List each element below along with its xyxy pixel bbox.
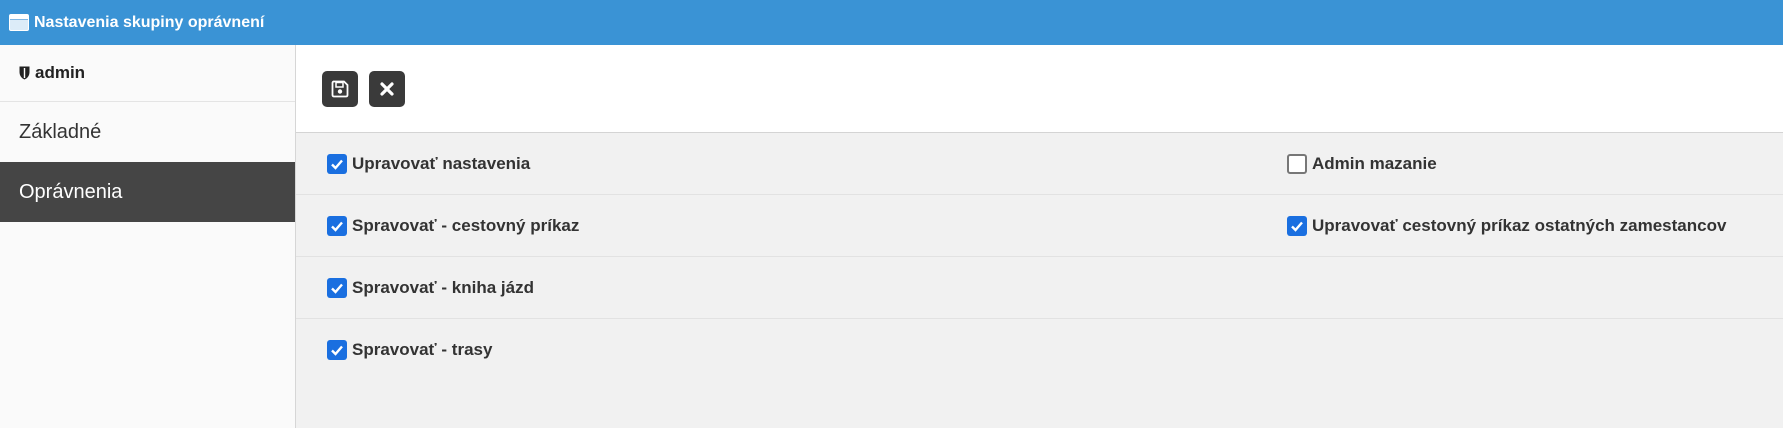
permission-upravovat-nastavenia[interactable]: Upravovať nastavenia: [327, 133, 530, 195]
shield-icon: [19, 66, 30, 80]
sidebar: admin Základné Oprávnenia: [0, 45, 296, 428]
permission-spravovat-cestovny-prikaz[interactable]: Spravovať - cestovný príkaz: [327, 195, 579, 257]
title-bar: Nastavenia skupiny oprávnení: [0, 0, 1783, 45]
floppy-disk-icon: [331, 80, 349, 97]
checkmark-icon: [331, 283, 343, 294]
window-icon: [9, 14, 29, 31]
permission-row: Spravovať - kniha jázd: [296, 257, 1783, 319]
close-icon: [380, 81, 394, 96]
sidebar-header: admin: [0, 45, 295, 102]
permission-row: Spravovať - cestovný príkaz Upravovať ce…: [296, 195, 1783, 257]
checkmark-icon: [331, 345, 343, 356]
sidebar-item-label: Základné: [19, 120, 102, 143]
checkbox-checked[interactable]: [327, 340, 347, 360]
permission-row: Upravovať nastavenia Admin mazanie: [296, 133, 1783, 195]
checkbox-checked[interactable]: [1287, 216, 1307, 236]
sidebar-item-zakladne[interactable]: Základné: [0, 102, 295, 162]
permission-label: Upravovať nastavenia: [352, 154, 531, 173]
permission-label: Spravovať - cestovný príkaz: [352, 216, 580, 235]
permission-label: Admin mazanie: [1312, 154, 1437, 173]
permission-spravovat-kniha-jazd[interactable]: Spravovať - kniha jázd: [327, 257, 534, 319]
permission-upravovat-cestovny-prikaz-ostatnych[interactable]: Upravovať cestovný príkaz ostatných zame…: [1287, 195, 1726, 257]
permission-admin-mazanie[interactable]: Admin mazanie: [1287, 133, 1437, 195]
checkmark-icon: [1291, 221, 1303, 232]
sidebar-item-opravnenia[interactable]: Oprávnenia: [0, 162, 295, 222]
checkbox-checked[interactable]: [327, 278, 347, 298]
permission-label: Spravovať - kniha jázd: [352, 278, 534, 297]
permission-spravovat-trasy[interactable]: Spravovať - trasy: [327, 319, 492, 381]
checkbox-checked[interactable]: [327, 216, 347, 236]
permission-row: Spravovať - trasy: [296, 319, 1783, 381]
checkbox-unchecked[interactable]: [1287, 154, 1307, 174]
window-title: Nastavenia skupiny oprávnení: [34, 13, 265, 31]
checkmark-icon: [331, 159, 343, 170]
toolbar: [296, 45, 1783, 133]
group-name: admin: [35, 63, 86, 82]
permission-label: Upravovať cestovný príkaz ostatných zame…: [1312, 216, 1727, 235]
main-panel: Upravovať nastavenia Admin mazanie Sprav…: [296, 45, 1783, 428]
checkmark-icon: [331, 221, 343, 232]
checkbox-checked[interactable]: [327, 154, 347, 174]
permission-label: Spravovať - trasy: [352, 340, 493, 359]
sidebar-item-label: Oprávnenia: [19, 180, 123, 203]
save-button[interactable]: [322, 70, 358, 107]
close-button[interactable]: [369, 70, 405, 107]
